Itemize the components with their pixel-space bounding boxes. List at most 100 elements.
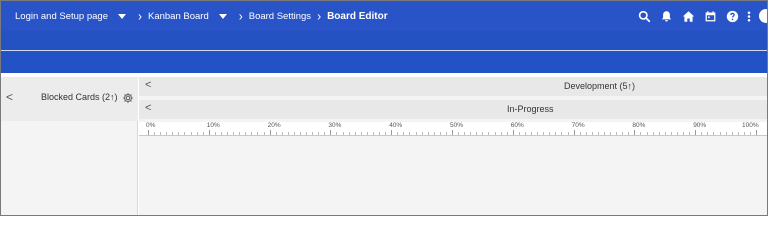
ruler-tick [245, 132, 247, 135]
top-header: Login and Setup page › Kanban Board › Bo… [1, 1, 767, 31]
ruler-tick [366, 132, 368, 135]
ruler-tick [220, 132, 222, 135]
breadcrumb-kanban-board[interactable]: Kanban Board [148, 11, 209, 22]
calendar-button[interactable] [699, 1, 721, 31]
ruler-tick [184, 132, 186, 135]
ruler-tick [652, 132, 654, 135]
ruler-tick [506, 132, 508, 135]
collapse-chevron-icon[interactable]: < [145, 79, 151, 91]
ruler-tick [604, 132, 605, 135]
ruler-tick [725, 132, 727, 135]
ruler-tick [756, 130, 757, 135]
ruler-tick [154, 132, 156, 135]
notifications-button[interactable] [655, 1, 677, 31]
tertiary-header-band [1, 51, 767, 73]
ruler-tick [360, 132, 362, 135]
ruler-tick [567, 132, 569, 135]
ruler-tick [227, 132, 229, 135]
search-button[interactable] [633, 1, 655, 31]
ruler-tick [397, 132, 399, 135]
ruler-tick [610, 132, 612, 135]
ruler-tick [208, 130, 210, 135]
ruler-tick [415, 132, 417, 135]
user-avatar[interactable] [759, 9, 767, 23]
ruler-tick [403, 132, 405, 135]
search-icon [638, 10, 650, 22]
ruler-tick [281, 132, 283, 135]
chevron-right-icon: › [137, 8, 142, 24]
ruler-tick [737, 132, 739, 135]
ruler-tick [488, 132, 490, 135]
ruler-tick [646, 132, 648, 135]
ruler-tick [318, 132, 320, 135]
ruler-tick [689, 132, 691, 135]
ruler-tick [214, 132, 216, 135]
more-options-button[interactable] [743, 1, 755, 31]
settings-button[interactable] [122, 92, 134, 104]
ruler-tick [719, 132, 721, 135]
ruler-tick [713, 132, 715, 135]
ruler-tick [597, 132, 599, 135]
home-button[interactable] [677, 1, 699, 31]
help-button[interactable] [721, 1, 743, 31]
breadcrumb-login-setup[interactable]: Login and Setup page [15, 11, 108, 22]
ruler-tick [531, 132, 533, 135]
header-toolbar [633, 1, 767, 31]
ruler-tick [275, 132, 277, 135]
ruler-tick [190, 132, 192, 135]
help-icon [726, 10, 738, 22]
ruler-tick [494, 132, 496, 135]
collapse-chevron-icon[interactable]: < [145, 102, 151, 114]
ruler-tick [543, 132, 545, 135]
breadcrumb: Login and Setup page › Kanban Board › Bo… [1, 1, 388, 31]
blocked-cards-column: < Blocked Cards (2↑) [1, 77, 138, 215]
ruler-tick [239, 132, 241, 135]
chevron-down-icon[interactable] [117, 13, 126, 19]
ruler-label: 70% [571, 122, 585, 129]
ruler-tick [312, 132, 314, 135]
ruler-tick [385, 132, 387, 135]
ruler-label: 50% [450, 122, 464, 129]
ruler-label: 0% [146, 122, 156, 129]
ruler-tick [616, 132, 618, 135]
breadcrumb-board-settings[interactable]: Board Settings [249, 11, 311, 22]
ruler-tick [743, 132, 745, 135]
ruler-tick [634, 130, 636, 135]
ruler-tick [658, 132, 660, 135]
ruler-tick [445, 132, 447, 135]
ruler-tick [500, 132, 502, 135]
chevron-down-icon[interactable] [218, 13, 227, 19]
percentage-ruler: 0% 10% 20% 30% 40% 50% 60% 70% 80% 90% 100% [139, 122, 767, 136]
ruler-tick [701, 132, 703, 135]
blocked-cards-header: < Blocked Cards (2↑) [1, 77, 138, 121]
ruler-tick [306, 132, 308, 135]
ruler-tick [391, 130, 393, 135]
secondary-header-band [1, 31, 767, 51]
ruler-tick [512, 130, 514, 135]
ruler-tick [196, 132, 198, 135]
ruler-label: 60% [510, 122, 524, 129]
lane-in-progress[interactable]: < In-Progress [139, 100, 767, 119]
ruler-tick [664, 132, 666, 135]
ruler-tick [166, 132, 168, 135]
ruler-tick [731, 132, 733, 135]
ruler-tick [749, 132, 751, 135]
ruler-tick [178, 132, 180, 135]
ruler-tick [464, 132, 466, 135]
ruler-tick [160, 132, 162, 135]
ruler-tick [263, 132, 265, 135]
ruler-tick [172, 132, 174, 135]
ruler-label: 40% [389, 122, 403, 129]
gear-icon [123, 93, 133, 103]
ruler-tick [458, 132, 460, 135]
ruler-tick [287, 132, 289, 135]
ruler-tick [561, 132, 563, 135]
ruler-tick [537, 132, 539, 135]
lane-development[interactable]: < Development (5↑) [139, 77, 767, 96]
board-editor-area: < Development (5↑) < In-Progress 0% 10% 20… [139, 77, 767, 215]
ruler-tick [439, 132, 441, 135]
collapse-chevron-icon[interactable]: < [6, 90, 13, 104]
ruler-tick [427, 132, 429, 135]
chevron-right-icon: › [238, 8, 243, 24]
ruler-tick [670, 132, 672, 135]
